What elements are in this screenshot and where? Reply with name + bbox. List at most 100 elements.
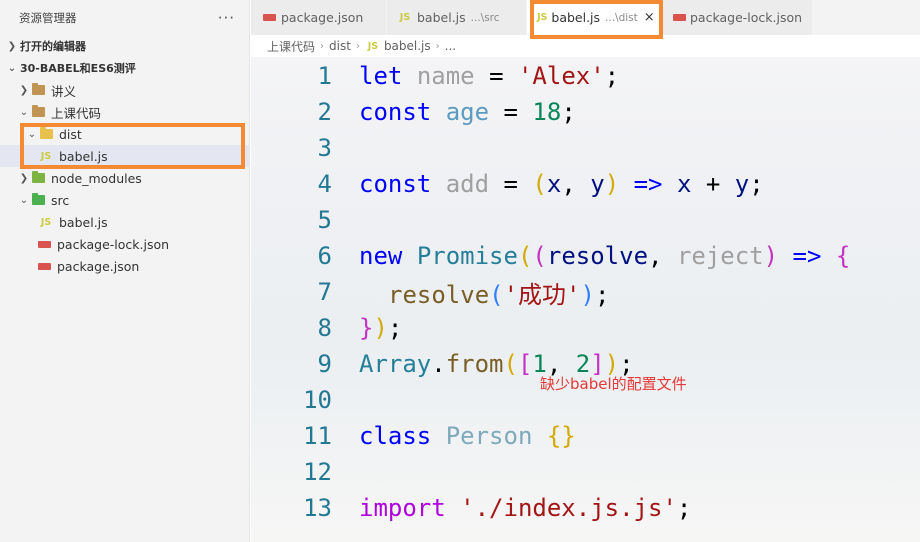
- tree-item-label: 上课代码: [51, 105, 102, 121]
- code-text: resolve('成功');: [388, 280, 610, 309]
- code-text: new Promise((resolve, reject) => {: [359, 242, 851, 270]
- more-actions-icon[interactable]: ···: [218, 9, 235, 27]
- code-text: let name = 'Alex';: [359, 62, 620, 90]
- code-text: });: [359, 314, 403, 342]
- tab-description: ...\src: [470, 11, 500, 24]
- javascript-file-icon: JS: [367, 40, 379, 52]
- chevron-down-icon: ⌄: [7, 62, 17, 74]
- explorer-title: 资源管理器: [19, 10, 77, 25]
- line-number: 12: [303, 458, 332, 486]
- tree-item-dist[interactable]: ⌄ dist: [0, 123, 249, 145]
- code-line: 6 new Promise((resolve, reject) => {: [251, 238, 920, 274]
- line-number: 7: [317, 278, 332, 306]
- code-line: 5: [251, 202, 920, 238]
- code-line: 13 import './index.js.js';: [251, 490, 920, 526]
- node-folder-icon: [30, 171, 46, 185]
- editor-tab-bar: package.json JS babel.js ...\src JS babe…: [251, 0, 920, 35]
- code-editor[interactable]: 1 let name = 'Alex'; 2 const age = 18; 3…: [251, 57, 920, 542]
- folder-open-icon: [30, 105, 46, 119]
- tree-item-package-json[interactable]: package.json: [0, 255, 249, 277]
- json-file-icon: [36, 237, 52, 251]
- tree-item-node-modules[interactable]: ❯ node_modules: [0, 167, 249, 189]
- chevron-right-icon: ›: [355, 40, 360, 52]
- chevron-down-icon: ⌄: [27, 128, 37, 140]
- chevron-right-icon: ❯: [19, 172, 29, 184]
- tree-item-label: 讲义: [51, 83, 77, 99]
- line-number: 13: [303, 494, 332, 522]
- open-editors-section[interactable]: ❯ 打开的编辑器: [0, 35, 249, 57]
- tab-package-json[interactable]: package.json: [251, 0, 387, 35]
- code-line: 8 });: [251, 310, 920, 346]
- breadcrumb-item[interactable]: dist: [329, 39, 351, 53]
- annotation-text: 缺少babel的配置文件: [540, 375, 687, 393]
- tab-package-lock[interactable]: package-lock.json: [663, 0, 813, 35]
- tree-item-label: babel.js: [59, 148, 108, 164]
- breadcrumb-item[interactable]: babel.js: [384, 39, 431, 53]
- javascript-file-icon: JS: [537, 12, 548, 23]
- line-number: 3: [317, 134, 332, 162]
- src-folder-icon: [30, 193, 46, 207]
- code-line: 11 class Person {}: [251, 418, 920, 454]
- tree-item-label: package.json: [57, 258, 140, 274]
- close-tab-icon[interactable]: ×: [644, 10, 655, 25]
- code-text: class Person {}: [359, 422, 576, 450]
- line-number: 11: [303, 422, 332, 450]
- code-line: 2 const age = 18;: [251, 94, 920, 130]
- chevron-right-icon: ›: [320, 40, 325, 52]
- json-file-icon: [36, 259, 52, 273]
- line-number: 1: [317, 62, 332, 90]
- tab-label: package.json: [281, 10, 364, 25]
- explorer-header: 资源管理器 ···: [0, 0, 249, 35]
- dist-folder-icon: [38, 127, 54, 141]
- tab-label: babel.js: [417, 10, 466, 25]
- line-number: 5: [317, 206, 332, 234]
- line-number: 8: [317, 314, 332, 342]
- tab-label: babel.js: [551, 10, 601, 25]
- folder-icon: [30, 83, 46, 97]
- breadcrumb-item[interactable]: 上课代码: [267, 38, 315, 55]
- javascript-file-icon: JS: [40, 216, 52, 228]
- line-number: 9: [317, 350, 332, 378]
- breadcrumb: 上课代码 › dist › JS babel.js › ...: [251, 35, 920, 57]
- line-number: 2: [317, 98, 332, 126]
- tree-item-src[interactable]: ⌄ src: [0, 189, 249, 211]
- explorer-sidebar: 资源管理器 ··· ❯ 打开的编辑器 ⌄ 30-BABEL和ES6测评 ❯ 讲义…: [0, 0, 250, 542]
- line-number: 10: [303, 386, 332, 414]
- tab-description: ...\dist: [605, 11, 638, 24]
- json-file-icon: [261, 11, 277, 25]
- json-file-icon: [673, 11, 686, 25]
- tree-item-jiangyi[interactable]: ❯ 讲义: [0, 79, 249, 101]
- tree-item-label: package-lock.json: [57, 236, 170, 252]
- tab-label: package-lock.json: [690, 10, 803, 25]
- code-line: 12: [251, 454, 920, 490]
- code-line: 4 const add = (x, y) => x + y;: [251, 166, 920, 202]
- tree-item-label: node_modules: [51, 170, 142, 186]
- chevron-right-icon: ❯: [19, 84, 29, 96]
- tree-item-label: dist: [59, 126, 82, 142]
- breadcrumb-item[interactable]: ...: [445, 39, 456, 53]
- workspace-root-label: 30-BABEL和ES6测评: [20, 62, 136, 75]
- code-line: 7 resolve('成功');: [251, 274, 920, 310]
- javascript-file-icon: JS: [40, 150, 52, 162]
- tree-item-class-code[interactable]: ⌄ 上课代码: [0, 101, 249, 123]
- chevron-right-icon: ›: [435, 40, 440, 52]
- code-text: const add = (x, y) => x + y;: [359, 170, 764, 198]
- chevron-down-icon: ⌄: [19, 194, 29, 206]
- code-text: const age = 18;: [359, 98, 576, 126]
- tree-item-package-lock[interactable]: package-lock.json: [0, 233, 249, 255]
- tree-item-src-babel-js[interactable]: JS babel.js: [0, 211, 249, 233]
- chevron-down-icon: ⌄: [19, 106, 29, 118]
- code-line: 3: [251, 130, 920, 166]
- line-number: 6: [317, 242, 332, 270]
- tree-item-dist-babel-js[interactable]: JS babel.js: [0, 145, 249, 167]
- code-line: 1 let name = 'Alex';: [251, 58, 920, 94]
- tree-item-label: babel.js: [59, 214, 108, 230]
- javascript-file-icon: JS: [399, 12, 411, 23]
- workspace-root[interactable]: ⌄ 30-BABEL和ES6测评: [0, 57, 249, 79]
- code-text: import './index.js.js';: [359, 494, 692, 522]
- chevron-right-icon: ❯: [7, 40, 17, 52]
- tab-babel-src[interactable]: JS babel.js ...\src: [387, 0, 527, 35]
- open-editors-label: 打开的编辑器: [20, 40, 86, 53]
- tab-babel-dist[interactable]: JS babel.js ...\dist ×: [527, 0, 663, 35]
- line-number: 4: [317, 170, 332, 198]
